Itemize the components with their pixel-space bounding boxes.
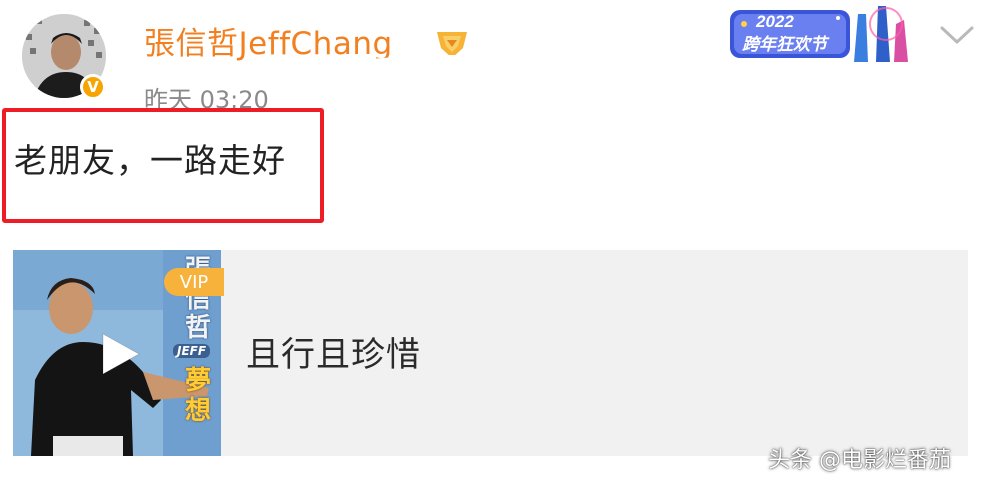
chevron-down-icon[interactable]: [938, 22, 976, 48]
song-title[interactable]: 且行且珍惜: [246, 327, 421, 376]
redaction-scribble: [299, 50, 713, 130]
album-cover-jeff: JEFF: [173, 344, 211, 358]
watermark: 头条 @电影烂番茄: [768, 448, 951, 473]
verified-badge: V: [80, 74, 106, 100]
event-banner-title: 跨年狂欢节: [742, 35, 827, 55]
vip-tag: VIP: [164, 268, 224, 296]
post-text: 老朋友，一路走好: [14, 141, 286, 180]
play-icon[interactable]: [95, 330, 143, 378]
event-banner[interactable]: 2022 跨年狂欢节: [726, 0, 918, 62]
album-cover-dream: 夢想: [185, 366, 212, 426]
event-banner-year: 2022: [756, 12, 794, 31]
